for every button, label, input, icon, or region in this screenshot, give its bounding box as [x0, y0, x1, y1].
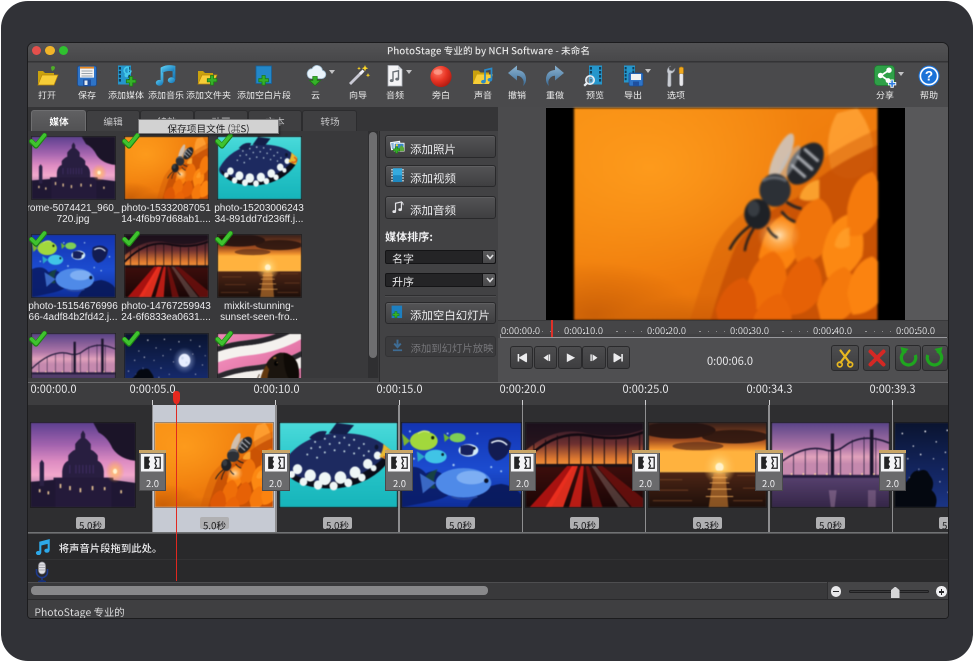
svg-text:?: ? — [925, 69, 933, 84]
